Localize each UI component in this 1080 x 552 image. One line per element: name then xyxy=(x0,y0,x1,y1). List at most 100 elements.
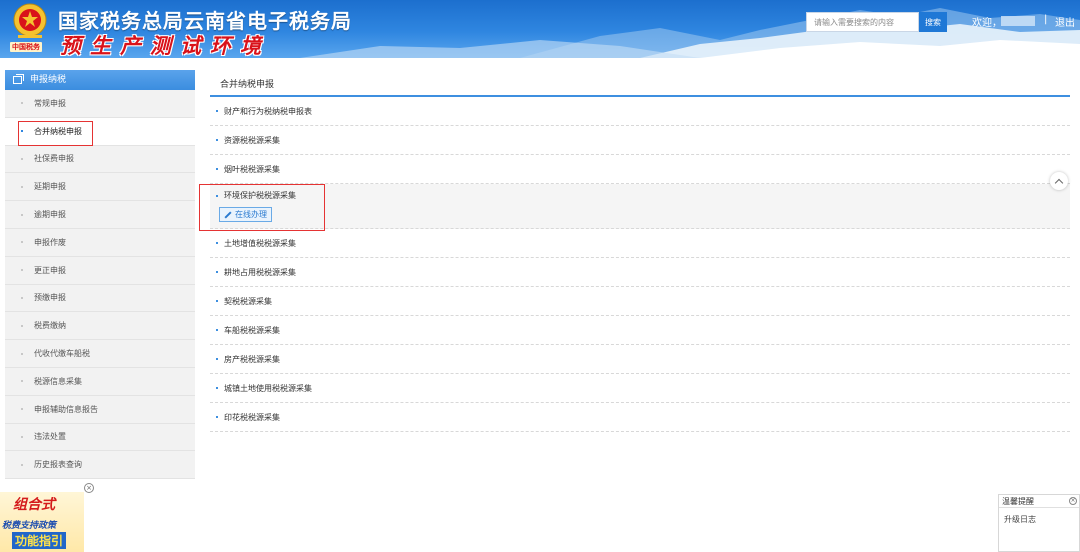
bullet-icon xyxy=(21,185,23,188)
list-item-label: 印花税税源采集 xyxy=(224,412,280,422)
bullet-icon xyxy=(216,387,218,389)
sidebar-item-auxiliary-report[interactable]: 申报辅助信息报告 xyxy=(5,396,195,424)
sidebar-item-label: 逾期申报 xyxy=(34,210,66,220)
sidebar-item-label: 违法处置 xyxy=(34,432,66,442)
header: 中国税务 国家税务总局云南省电子税务局 预生产测试环境 搜索 欢迎， | 退出 xyxy=(0,0,1080,58)
sidebar-item-regular-filing[interactable]: 常规申报 xyxy=(5,90,195,118)
sidebar-header[interactable]: 申报纳税 xyxy=(5,70,195,90)
scroll-to-top-button[interactable] xyxy=(1050,172,1068,190)
bullet-icon xyxy=(216,358,218,360)
bullet-icon xyxy=(216,300,218,302)
sidebar-item-vehicle-tax[interactable]: 代收代缴车船税 xyxy=(5,340,195,368)
bullet-icon xyxy=(21,352,23,355)
chevron-up-icon xyxy=(1054,178,1064,187)
bullet-icon xyxy=(21,157,23,160)
environment-label: 预生产测试环境 xyxy=(60,33,270,58)
emblem-caption: 中国税务 xyxy=(10,42,42,52)
highlight-box-main xyxy=(199,184,325,231)
sidebar-item-label: 申报辅助信息报告 xyxy=(34,404,98,414)
bullet-icon xyxy=(216,242,218,244)
list-item-resource-tax[interactable]: 资源税税源采集 xyxy=(210,126,1070,155)
bullet-icon xyxy=(21,102,23,105)
sidebar-heading: 申报纳税 xyxy=(30,75,67,85)
list-item-label: 车船税税源采集 xyxy=(224,325,280,335)
promo-line-1: 组合式 xyxy=(13,497,55,513)
highlight-box-sidebar xyxy=(18,121,93,146)
username-redacted xyxy=(1001,16,1035,26)
sidebar-item-extension[interactable]: 延期申报 xyxy=(5,173,195,202)
tax-emblem-icon xyxy=(13,3,47,38)
sidebar-item-prepayment[interactable]: 预缴申报 xyxy=(5,285,195,313)
list-item-property-tax[interactable]: 房产税税源采集 xyxy=(210,345,1070,374)
bullet-icon xyxy=(216,168,218,170)
window-icon xyxy=(13,74,24,84)
sidebar-menu: 常规申报 合并纳税申报 社保费申报 延期申报 逾期申报 申报作废 更正申报 预缴… xyxy=(5,90,195,480)
logout-link[interactable]: 退出 xyxy=(1055,14,1075,29)
promo-banner[interactable]: 组合式 税费支持政策 功能指引 xyxy=(0,492,84,552)
notice-title: 温馨提醒 xyxy=(1002,497,1034,506)
sidebar-item-overdue[interactable]: 逾期申报 xyxy=(5,201,195,229)
sidebar-item-label: 社保费申报 xyxy=(34,154,74,164)
bullet-icon xyxy=(216,329,218,331)
changelog-link[interactable]: 升级日志 xyxy=(999,508,1079,531)
list-item-label: 房产税税源采集 xyxy=(224,354,280,364)
sidebar-item-history[interactable]: 历史报表查询 xyxy=(5,451,195,480)
bullet-icon xyxy=(21,380,23,383)
list-item-label: 城镇土地使用税税源采集 xyxy=(224,383,312,393)
list-item-vehicle-tax[interactable]: 车船税税源采集 xyxy=(210,316,1070,345)
bullet-icon xyxy=(216,416,218,418)
sidebar-item-label: 预缴申报 xyxy=(34,293,66,303)
notice-close-icon[interactable]: × xyxy=(1069,497,1077,505)
list-item-label: 土地增值税税源采集 xyxy=(224,238,296,248)
sidebar-item-label: 历史报表查询 xyxy=(34,460,82,470)
promo-line-3: 功能指引 xyxy=(12,532,67,549)
sidebar-item-social-insurance[interactable]: 社保费申报 xyxy=(5,146,195,174)
sidebar-item-violation[interactable]: 违法处置 xyxy=(5,424,195,452)
sidebar-item-label: 延期申报 xyxy=(34,182,66,192)
bullet-icon xyxy=(21,213,23,216)
sidebar-item-label: 税源信息采集 xyxy=(34,376,82,386)
bullet-icon xyxy=(216,139,218,141)
list-item-property-behavior[interactable]: 财产和行为税纳税申报表 xyxy=(210,97,1070,126)
filing-list: 财产和行为税纳税申报表 资源税税源采集 烟叶税税源采集 环境保护税税源采集 在线… xyxy=(210,97,1070,432)
promo-line-2: 税费支持政策 xyxy=(2,521,57,531)
sidebar-item-label: 税费缴纳 xyxy=(34,321,66,331)
sidebar-item-label: 代收代缴车船税 xyxy=(34,349,90,359)
sidebar-item-correction[interactable]: 更正申报 xyxy=(5,257,195,285)
list-item-land-value-tax[interactable]: 土地增值税税源采集 xyxy=(210,229,1070,258)
bullet-icon xyxy=(21,269,23,272)
sidebar-item-void[interactable]: 申报作废 xyxy=(5,229,195,257)
header-separator: | xyxy=(1044,14,1048,25)
bullet-icon xyxy=(21,241,23,244)
notice-panel: 温馨提醒 × 升级日志 xyxy=(998,494,1080,552)
sidebar-item-payment[interactable]: 税费缴纳 xyxy=(5,312,195,341)
bullet-icon xyxy=(21,463,23,466)
bullet-icon xyxy=(216,110,218,112)
list-item-label: 烟叶税税源采集 xyxy=(224,164,280,174)
welcome-text: 欢迎， xyxy=(972,18,1002,29)
bullet-icon xyxy=(21,435,23,438)
list-item-label: 资源税税源采集 xyxy=(224,135,280,145)
sidebar-item-source-collection[interactable]: 税源信息采集 xyxy=(5,368,195,396)
page-title: 合并纳税申报 xyxy=(220,80,275,90)
bullet-icon xyxy=(21,324,23,327)
sidebar-item-label: 申报作废 xyxy=(34,237,66,247)
search-button[interactable]: 搜索 xyxy=(919,12,947,32)
bullet-icon xyxy=(21,408,23,411)
list-item-label: 耕地占用税税源采集 xyxy=(224,267,296,277)
list-item-urban-land-tax[interactable]: 城镇土地使用税税源采集 xyxy=(210,374,1070,403)
notice-header: 温馨提醒 × xyxy=(999,495,1079,508)
list-item-deed-tax[interactable]: 契税税源采集 xyxy=(210,287,1070,316)
bullet-icon xyxy=(216,271,218,273)
bullet-icon xyxy=(21,296,23,299)
search-input[interactable] xyxy=(806,12,919,32)
list-item-farmland-tax[interactable]: 耕地占用税税源采集 xyxy=(210,258,1070,287)
list-item-label: 契税税源采集 xyxy=(224,296,272,306)
sidebar-item-label: 更正申报 xyxy=(34,265,66,275)
list-item-environment-tax[interactable]: 环境保护税税源采集 在线办理 xyxy=(210,184,1070,229)
list-item-stamp-tax[interactable]: 印花税税源采集 xyxy=(210,403,1070,432)
promo-close-icon[interactable]: × xyxy=(84,483,94,493)
list-item-label: 财产和行为税纳税申报表 xyxy=(224,106,312,116)
sidebar-item-label: 常规申报 xyxy=(34,98,66,108)
list-item-tobacco-tax[interactable]: 烟叶税税源采集 xyxy=(210,155,1070,184)
